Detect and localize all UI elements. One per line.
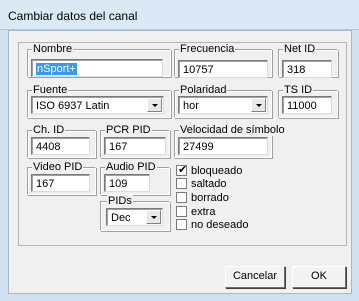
- pcr-pid-label: PCR PID: [105, 124, 152, 136]
- polaridad-select[interactable]: hor: [178, 96, 268, 114]
- polaridad-value: hor: [183, 100, 199, 112]
- nombre-input[interactable]: nSport+: [31, 59, 163, 77]
- flag-label: bloqueado: [191, 165, 243, 177]
- cancel-button[interactable]: Cancelar: [225, 266, 285, 288]
- frecuencia-input[interactable]: 10757: [178, 60, 268, 78]
- polaridad-label: Polaridad: [179, 84, 228, 96]
- checkbox-icon[interactable]: [176, 219, 187, 230]
- chevron-down-icon[interactable]: [146, 210, 161, 224]
- ch-id-input[interactable]: 4408: [31, 137, 90, 155]
- window-title: Cambiar datos del canal: [8, 9, 138, 23]
- velocidad-input[interactable]: 27499: [178, 137, 268, 155]
- audio-pid-input[interactable]: 109: [104, 174, 150, 192]
- pcr-pid-input[interactable]: 167: [104, 137, 166, 155]
- nombre-value: nSport+: [36, 63, 77, 75]
- pids-select[interactable]: Dec: [106, 208, 163, 226]
- checkbox-icon[interactable]: [176, 192, 187, 203]
- ts-id-label: TS ID: [283, 84, 314, 96]
- ok-button[interactable]: OK: [292, 266, 346, 288]
- pids-label: PIDs: [107, 195, 133, 207]
- ts-id-input[interactable]: 11000: [282, 96, 332, 114]
- audio-pid-label: Audio PID: [105, 161, 157, 173]
- chevron-down-icon[interactable]: [147, 98, 162, 112]
- flag-label: no deseado: [191, 219, 249, 231]
- video-pid-input[interactable]: 167: [31, 174, 90, 192]
- velocidad-label: Velocidad de símbolo: [179, 124, 286, 136]
- pids-value: Dec: [111, 212, 131, 224]
- video-pid-label: Video PID: [32, 161, 84, 173]
- fuente-select[interactable]: ISO 6937 Latin: [31, 96, 164, 114]
- ch-id-label: Ch. ID: [32, 124, 66, 136]
- flag-label: saltado: [191, 178, 227, 190]
- chevron-down-icon[interactable]: [251, 98, 266, 112]
- net-id-input[interactable]: 318: [282, 60, 332, 78]
- checkbox-icon[interactable]: [176, 178, 187, 189]
- checkbox-icon[interactable]: [176, 206, 187, 217]
- flag-label: extra: [191, 206, 216, 218]
- nombre-label: Nombre: [32, 43, 74, 55]
- dialog-window: Cambiar datos del canal Nombre nSport+ F…: [0, 0, 359, 301]
- fuente-value: ISO 6937 Latin: [36, 100, 110, 112]
- frecuencia-label: Frecuencia: [179, 43, 236, 55]
- title-bar[interactable]: Cambiar datos del canal: [0, 0, 359, 30]
- fuente-label: Fuente: [32, 84, 69, 96]
- checkmark-icon: ✔: [178, 164, 188, 176]
- net-id-label: Net ID: [283, 43, 317, 55]
- checkbox-icon[interactable]: ✔: [176, 164, 188, 176]
- flag-label: borrado: [191, 192, 229, 204]
